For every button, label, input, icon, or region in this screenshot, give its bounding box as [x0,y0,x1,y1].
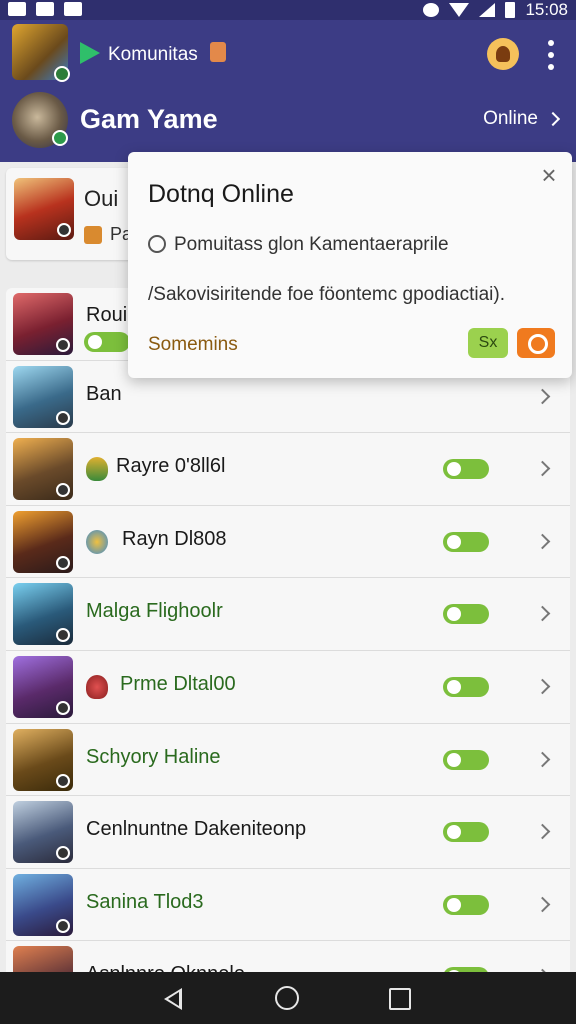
shield-icon [86,457,108,482]
signal-icon [479,3,496,17]
list-item-label: Rouir [86,304,134,326]
potion-icon [86,674,108,699]
online-toggle[interactable] [443,604,489,625]
power-icon[interactable] [517,328,555,358]
notification-icon [36,2,54,16]
chest-icon [84,226,102,244]
level-badge [54,66,70,82]
game-thumbnail [13,655,73,718]
profile-avatar[interactable] [12,92,68,148]
list-item-label: Cenlnuntne Dakeniteonp [86,818,307,841]
list-item[interactable]: Prme Dltal00 [6,650,570,724]
game-thumbnail [13,728,73,791]
chevron-right-icon [534,678,551,695]
game-thumbnail [13,873,73,936]
notification-icons [8,2,82,16]
featured-title: Oui [84,186,119,211]
popup-description: /Sakovisiritende foe föontemc gpodiactia… [148,284,505,305]
back-icon[interactable] [164,988,182,1010]
chevron-right-icon [534,751,551,767]
game-thumbnail [13,365,73,428]
system-icons: 15:08 [423,0,568,20]
list-item-label: Rayn Dl808 [122,527,227,550]
game-thumbnail [14,178,74,240]
alarm-icon [423,3,440,17]
profile-icon[interactable] [487,38,519,70]
play-games-icon [80,42,100,64]
list-item-label: Ban [86,382,122,405]
battery-icon [505,2,516,18]
recent-apps-icon[interactable] [389,988,411,1010]
popup-message: Pomuitass glon Kamentaeraprile [174,234,449,255]
list-item-label: Schyory Haline [86,745,221,768]
chevron-right-icon [534,896,551,913]
badge-icon [56,555,70,570]
community-title[interactable]: Komunitas [108,44,198,66]
clock: 15:08 [525,0,568,19]
online-toggle[interactable] [443,749,489,770]
chevron-right-icon [534,823,551,840]
ban-icon [148,235,166,253]
online-toggle[interactable] [443,459,489,480]
notification-icon [8,2,26,16]
list-item-label: Prme Dltal00 [120,672,236,695]
home-icon[interactable] [275,986,299,1010]
badge-icon [56,700,70,715]
download-icon [64,2,82,16]
online-toggle[interactable] [443,531,489,552]
list-item[interactable]: Rayre 0'8ll6l [6,433,570,506]
list-item-label: Sanina Tlod3 [86,890,204,913]
list-item-label: Malga Flighoolr [86,600,223,623]
list-item[interactable]: Malga Flighoolr [6,578,570,651]
app-header: Komunitas Gam Yame Online [0,20,576,162]
badge-icon [57,223,71,237]
badge-icon [56,483,70,498]
medal-icon [86,529,108,554]
list-item[interactable]: Schyory Haline [6,723,570,797]
popup-link[interactable]: Somemins [148,334,238,356]
badge-icon [56,338,70,352]
list-item[interactable]: Sanina Tlod3 [6,868,570,942]
badge-icon [56,846,70,861]
chevron-right-icon [534,388,551,404]
profile-name: Gam Yame [80,104,218,134]
online-toggle[interactable] [84,332,130,352]
online-toggle[interactable] [443,822,489,843]
game-thumbnail [13,438,73,501]
chevron-right-icon [534,460,551,477]
badge-icon [56,773,70,788]
chevron-right-icon [545,111,561,127]
online-link-label: Online [483,108,538,129]
list-item[interactable]: Rayn Dl808 [6,505,570,579]
chevron-right-icon [534,606,551,622]
online-status-icon [52,130,68,146]
badge-icon [56,918,70,933]
game-thumbnail [13,293,73,355]
status-bar: 15:08 [0,0,576,20]
popup-title: Dotnq Online [148,180,294,208]
more-options-icon[interactable] [544,40,558,70]
wifi-icon [449,3,470,17]
online-toggle[interactable] [443,894,489,915]
online-popup: Dotnq Online × Pomuitass glon Kamentaera… [128,152,572,378]
game-thumbnail [13,801,73,864]
chevron-right-icon [534,533,551,550]
online-link[interactable]: Online [483,108,561,130]
online-toggle[interactable] [443,676,489,697]
game-thumbnail [13,583,73,646]
list-item-label: Rayre 0'8ll6l [116,455,226,478]
badge-icon [56,628,70,643]
popup-action-button[interactable]: Sx [468,328,508,358]
close-icon[interactable]: × [538,162,560,188]
system-nav-bar [0,972,576,1024]
list-item[interactable]: Cenlnuntne Dakeniteonp [6,796,570,869]
bag-icon [210,42,226,62]
badge-icon [56,410,70,425]
friend-list: Rouir Ban Rayre 0'8ll6l Rayn Dl808 Malga… [6,288,570,1014]
game-thumbnail [13,510,73,573]
game-avatar[interactable] [12,24,70,82]
